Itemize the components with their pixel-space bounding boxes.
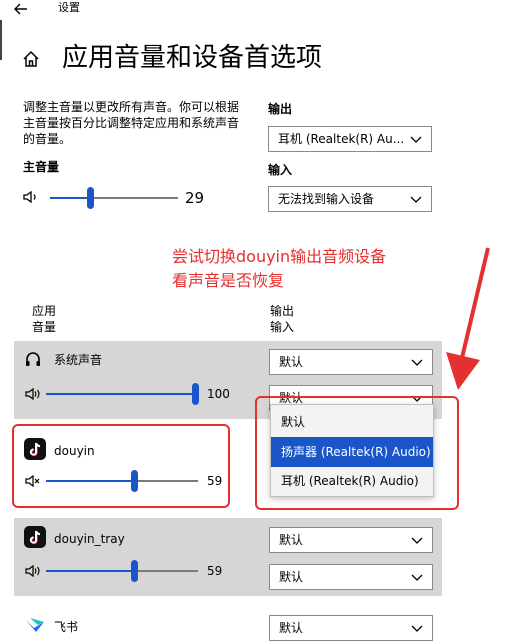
master-description: 调整主音量以更改所有声音。你可以根据主音量按百分比调整特定应用和系统声音的音量。: [23, 100, 240, 146]
feishu-output-select[interactable]: 默认: [269, 615, 433, 641]
back-arrow-icon: [14, 3, 27, 15]
douyin-tray-volume-value: 59: [207, 564, 223, 578]
app-name-system-sounds: 系统声音: [54, 353, 103, 367]
douyin-tray-output-select[interactable]: 默认: [269, 527, 433, 553]
system-sounds-volume-thumb[interactable]: [192, 383, 199, 405]
chevron-down-icon: [410, 136, 422, 143]
app-name-feishu: 飞书: [54, 620, 79, 634]
system-sounds-output-select[interactable]: 默认: [269, 349, 433, 375]
annotation-arrow: [446, 247, 490, 390]
chevron-down-icon: [411, 625, 423, 632]
output-device-value: 耳机 (Realtek(R) Au...: [278, 132, 405, 146]
column-input-label: 输入: [270, 320, 295, 334]
page-title: 应用音量和设备首选项: [62, 43, 323, 73]
app-name-douyin-tray: douyin_tray: [54, 532, 125, 546]
chevron-down-icon: [411, 537, 423, 544]
back-button[interactable]: [14, 0, 34, 15]
output-label: 输出: [268, 102, 293, 116]
feishu-icon: [26, 618, 44, 632]
annotation-line1: 尝试切换douyin输出音频设备: [172, 247, 387, 266]
column-app-label: 应用: [32, 304, 57, 318]
home-button[interactable]: [22, 50, 42, 70]
master-volume-value: 29: [185, 189, 205, 207]
speaker-icon: [25, 564, 40, 578]
input-device-select[interactable]: 无法找到输入设备: [268, 186, 432, 212]
output-device-select[interactable]: 耳机 (Realtek(R) Au...: [268, 126, 432, 152]
window-left-edge: [0, 20, 2, 60]
annotation-box-douyin: [12, 424, 230, 508]
system-sounds-output-value: 默认: [279, 355, 304, 369]
feishu-output-value: 默认: [279, 621, 304, 635]
system-sounds-volume-slider[interactable]: [24, 383, 204, 405]
chevron-down-icon: [410, 196, 422, 203]
input-label: 输入: [268, 163, 293, 177]
annotation-line2: 看声音是否恢复: [172, 271, 285, 290]
home-icon: [23, 50, 39, 67]
window-title: 设置: [58, 1, 80, 14]
system-sounds-volume-value: 100: [207, 387, 230, 401]
speaker-icon: [23, 190, 36, 204]
master-volume-label: 主音量: [23, 160, 60, 174]
column-output-label: 输出: [270, 304, 295, 318]
douyin-tray-volume-slider[interactable]: [24, 560, 204, 582]
master-volume-thumb[interactable]: [87, 187, 94, 209]
douyin-tray-output-value: 默认: [279, 533, 304, 547]
chevron-down-icon: [411, 574, 423, 581]
chevron-down-icon: [411, 359, 423, 366]
input-device-value: 无法找到输入设备: [278, 192, 375, 206]
douyin-tray-input-value: 默认: [279, 570, 304, 584]
tiktok-icon: [24, 526, 46, 548]
annotation-box-dropdown: [255, 396, 459, 510]
headphones-icon: [26, 352, 40, 366]
column-volume-label: 音量: [32, 320, 57, 334]
speaker-icon: [25, 387, 40, 401]
douyin-tray-volume-thumb[interactable]: [131, 560, 138, 582]
douyin-tray-input-select[interactable]: 默认: [269, 564, 433, 590]
